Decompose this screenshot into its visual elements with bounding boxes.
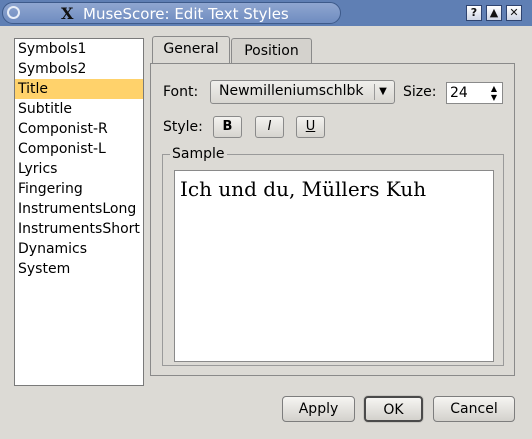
size-spinbox[interactable]: 24 ▲ ▼ [446, 82, 503, 104]
list-item[interactable]: Subtitle [15, 99, 143, 119]
list-item[interactable]: Symbols1 [15, 39, 143, 59]
text-styles-list[interactable]: Symbols1 Symbols2 Title Subtitle Componi… [14, 38, 144, 386]
list-item[interactable]: Symbols2 [15, 59, 143, 79]
apply-button[interactable]: Apply [282, 396, 355, 422]
shade-icon[interactable]: ▲ [486, 5, 502, 21]
list-item[interactable]: InstrumentsShort [15, 219, 143, 239]
list-item[interactable]: Dynamics [15, 239, 143, 259]
sample-text: Ich und du, Müllers Kuh [180, 177, 427, 201]
close-icon[interactable]: ✕ [506, 5, 522, 21]
tab-general[interactable]: General [152, 36, 230, 64]
list-item[interactable]: InstrumentsLong [15, 199, 143, 219]
spin-arrows-icon[interactable]: ▲ ▼ [487, 84, 501, 102]
list-item[interactable]: Lyrics [15, 159, 143, 179]
list-item-selected[interactable]: Title [15, 79, 143, 99]
font-label: Font: [163, 84, 199, 100]
size-value: 24 [450, 85, 468, 101]
combo-arrow-icon[interactable]: ▼ [374, 84, 391, 100]
help-icon[interactable]: ? [466, 5, 482, 21]
style-label: Style: [163, 119, 203, 135]
size-label: Size: [403, 84, 437, 100]
underline-button[interactable]: U [296, 116, 325, 138]
ok-button[interactable]: OK [364, 396, 423, 422]
italic-button[interactable]: I [255, 116, 284, 138]
tab-position[interactable]: Position [231, 38, 312, 64]
x-logo-icon: X [61, 4, 74, 23]
list-item[interactable]: Fingering [15, 179, 143, 199]
window-title: MuseScore: Edit Text Styles [83, 5, 289, 23]
bold-button[interactable]: B [213, 116, 242, 138]
window-menu-icon[interactable] [7, 6, 20, 19]
list-item[interactable]: Componist-L [15, 139, 143, 159]
edit-text-styles-dialog: X MuseScore: Edit Text Styles ? ▲ ✕ Symb… [0, 0, 532, 439]
sample-group-label: Sample [170, 146, 227, 162]
font-combobox[interactable]: Newmilleniumschlbk ▼ [210, 80, 395, 104]
cancel-button[interactable]: Cancel [433, 396, 515, 422]
list-item[interactable]: System [15, 259, 143, 279]
font-value: Newmilleniumschlbk [219, 83, 364, 99]
title-bar[interactable]: X MuseScore: Edit Text Styles ? ▲ ✕ [0, 0, 532, 26]
title-pill[interactable]: X MuseScore: Edit Text Styles [2, 2, 341, 24]
list-item[interactable]: Componist-R [15, 119, 143, 139]
sample-preview: Ich und du, Müllers Kuh [174, 170, 494, 362]
